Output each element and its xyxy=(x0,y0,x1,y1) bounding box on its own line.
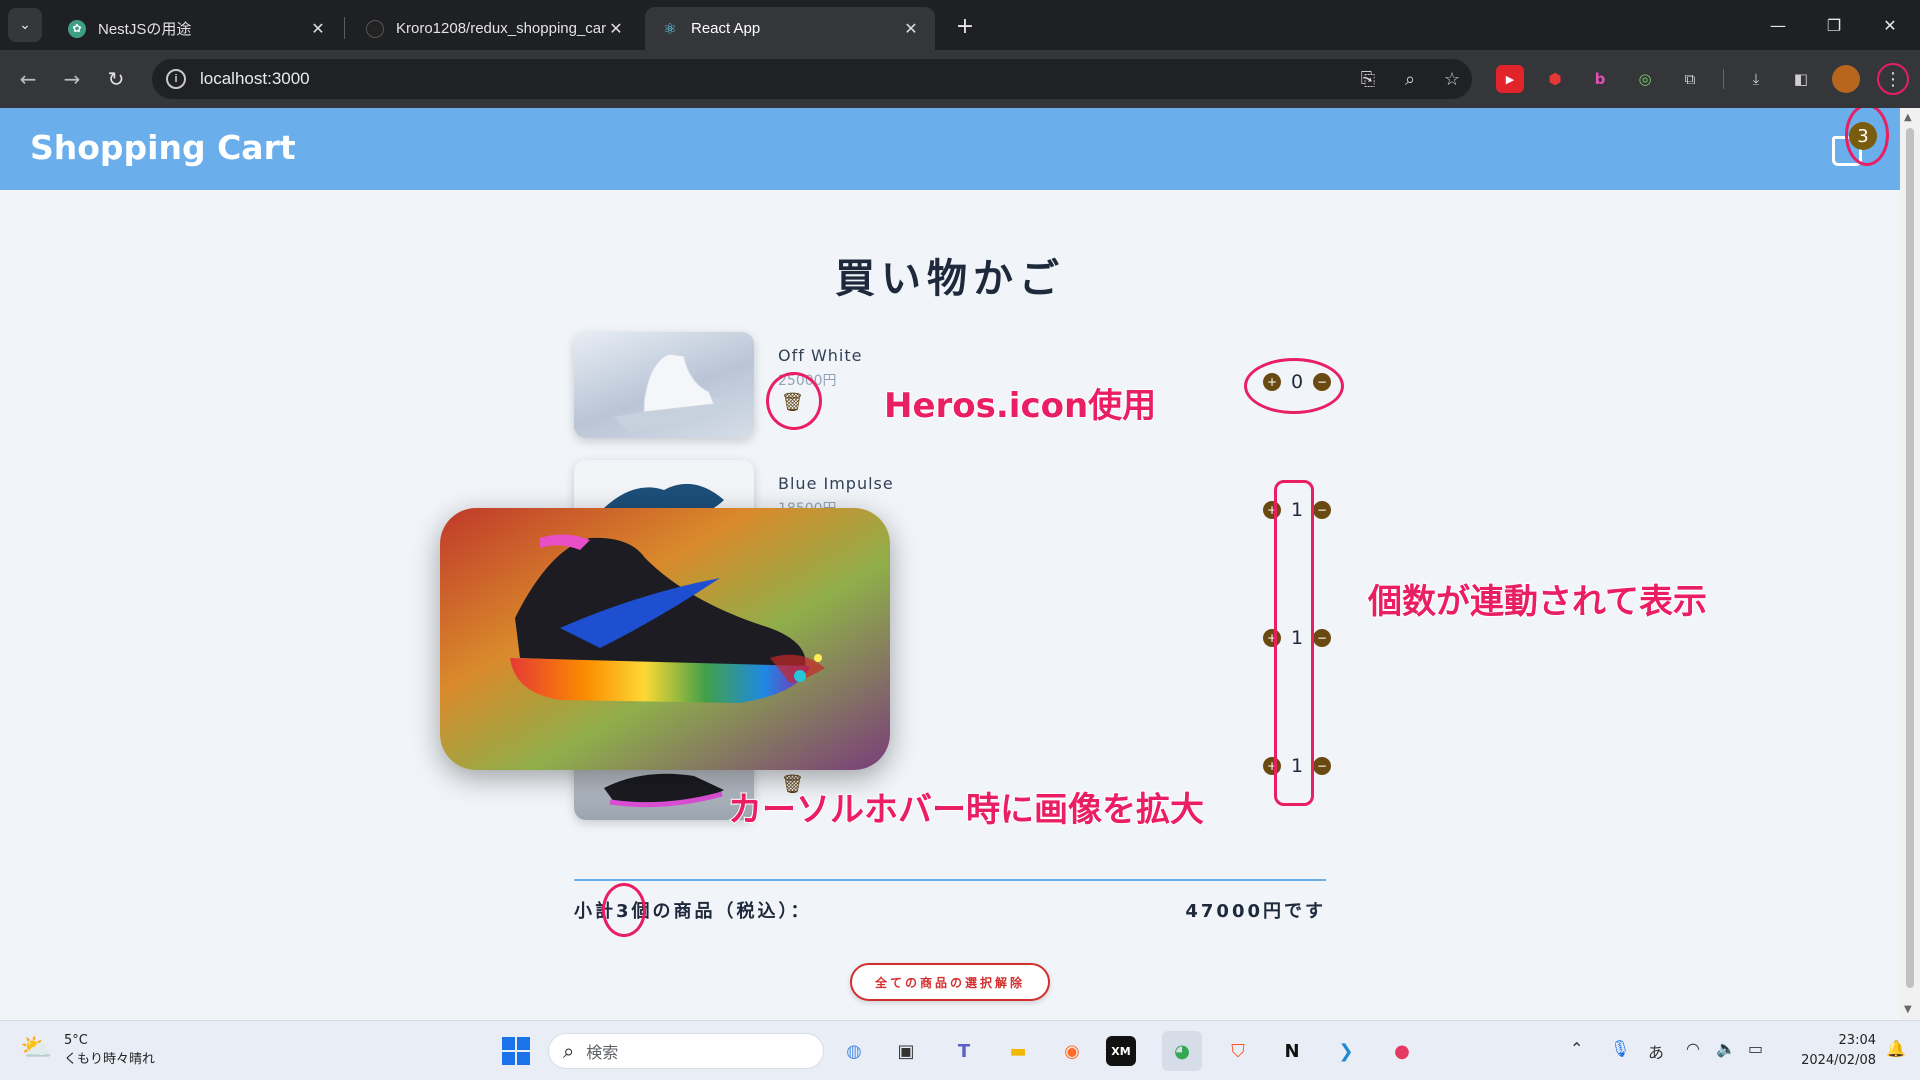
brand-title: Shopping Cart xyxy=(30,128,296,167)
back-button[interactable]: ← xyxy=(12,63,44,95)
tab-nestjs[interactable]: ✿ NestJSの用途 ✕ xyxy=(52,7,342,50)
zoom-icon[interactable]: ⌕ xyxy=(1392,59,1428,99)
decrease-quantity-button[interactable]: − xyxy=(1313,757,1331,775)
search-icon: ⌕ xyxy=(563,1039,575,1063)
annotation-circle xyxy=(602,883,646,937)
microphone-icon[interactable]: 🎙 xyxy=(1610,1039,1630,1058)
copilot-icon[interactable]: ◍ xyxy=(834,1031,874,1071)
tab-github[interactable]: Kroro1208/redux_shopping_cart ✕ xyxy=(350,7,640,50)
rainbow-sneaker-image xyxy=(440,508,890,770)
page-title: 買い物かご xyxy=(835,256,1065,302)
item-name: Off White xyxy=(778,346,863,365)
tab-close-icon[interactable]: ✕ xyxy=(901,19,921,39)
new-tab-button[interactable]: + xyxy=(950,11,980,41)
weather-icon[interactable]: ⛅ xyxy=(20,1033,52,1063)
shield-extension-icon[interactable]: ⬢ xyxy=(1541,65,1569,93)
firefox-icon[interactable]: ◉ xyxy=(1052,1031,1092,1071)
tab-title: React App xyxy=(691,20,761,37)
app-header: Shopping Cart 3 xyxy=(0,108,1900,190)
notion-icon[interactable]: N xyxy=(1272,1031,1312,1071)
subtotal-value: 47000円です xyxy=(1185,901,1326,922)
youtube-extension-icon[interactable]: ▶ xyxy=(1496,65,1524,93)
annotation-rectangle xyxy=(1274,480,1314,806)
install-app-icon[interactable]: ⎘ xyxy=(1350,59,1386,99)
annotation-circle xyxy=(1244,358,1344,414)
annotation-circle xyxy=(766,372,822,430)
wifi-icon[interactable]: ◠ xyxy=(1686,1039,1700,1058)
tab-react-app[interactable]: ⚛ React App ✕ xyxy=(645,7,935,50)
extensions-puzzle-icon[interactable]: ⧉ xyxy=(1676,65,1704,93)
weather-temp: 5°C xyxy=(64,1033,88,1048)
windows-taskbar: ⛅ 5°C くもり時々晴れ ⌕ 検索 ◍ ▣ T ▬ ◉ XM ◕ ⛉ N ❯ … xyxy=(0,1020,1920,1080)
chrome-icon[interactable]: ◕ xyxy=(1162,1031,1202,1071)
weather-widget[interactable]: 5°C くもり時々晴れ xyxy=(64,1031,155,1069)
volume-icon[interactable]: 🔈 xyxy=(1716,1039,1736,1058)
ime-indicator[interactable]: あ xyxy=(1648,1039,1664,1063)
clock-date: 2024/02/08 xyxy=(1801,1053,1876,1068)
url-text: localhost:3000 xyxy=(200,69,310,88)
bookmark-star-icon[interactable]: ☆ xyxy=(1434,59,1470,99)
annotation-hover-zoom: カーソルホバー時に画像を拡大 xyxy=(727,789,1205,831)
xm-trading-icon[interactable]: XM xyxy=(1106,1036,1136,1066)
zoomed-product-image[interactable] xyxy=(440,508,890,770)
browser-menu-icon[interactable]: ⋮ xyxy=(1877,63,1909,95)
tray-chevron-icon[interactable]: ⌃ xyxy=(1570,1039,1583,1058)
reload-button[interactable]: ↻ xyxy=(100,63,132,95)
tab-close-icon[interactable]: ✕ xyxy=(606,19,626,39)
tab-title: NestJSの用途 xyxy=(98,21,192,38)
subtotal-divider xyxy=(574,879,1326,881)
bing-extension-icon[interactable]: b xyxy=(1586,65,1614,93)
restore-button[interactable]: ❐ xyxy=(1806,0,1862,50)
minimize-button[interactable]: — xyxy=(1750,0,1806,50)
taskbar-search-input[interactable]: ⌕ 検索 xyxy=(548,1033,824,1069)
decrease-quantity-button[interactable]: − xyxy=(1313,629,1331,647)
item-name: Blue Impulse xyxy=(778,474,894,493)
decrease-quantity-button[interactable]: − xyxy=(1313,501,1331,519)
vscode-icon[interactable]: ❯ xyxy=(1326,1031,1366,1071)
tab-close-icon[interactable]: ✕ xyxy=(308,19,328,39)
react-favicon-icon: ⚛ xyxy=(663,20,677,38)
taskbar-clock[interactable]: 23:04 2024/02/08 xyxy=(1786,1031,1876,1071)
brave-icon[interactable]: ⛉ xyxy=(1218,1031,1258,1071)
green-extension-icon[interactable]: ◎ xyxy=(1631,65,1659,93)
battery-icon[interactable]: ▭ xyxy=(1748,1039,1763,1058)
scroll-up-icon[interactable]: ▲ xyxy=(1904,112,1912,123)
notification-bell-icon[interactable]: 🔔 xyxy=(1886,1039,1906,1058)
close-window-button[interactable]: ✕ xyxy=(1862,0,1918,50)
scrollbar-thumb[interactable] xyxy=(1906,128,1914,988)
annotation-quantity-linked: 個数が連動されて表示 xyxy=(1367,581,1708,623)
annotation-circle xyxy=(1845,108,1889,166)
task-view-icon[interactable]: ▣ xyxy=(886,1031,926,1071)
page-viewport: Shopping Cart 3 買い物かご Off White 25000円 🗑… xyxy=(0,108,1900,1020)
tab-separator xyxy=(344,17,345,39)
github-favicon-icon xyxy=(366,19,384,38)
toolbar-separator xyxy=(1723,69,1724,89)
profile-avatar[interactable] xyxy=(1832,65,1860,93)
weather-desc: くもり時々晴れ xyxy=(64,1052,156,1067)
tab-title: Kroro1208/redux_shopping_cart xyxy=(396,20,606,37)
search-placeholder: 検索 xyxy=(586,1043,619,1062)
tab-search-button[interactable]: ⌄ xyxy=(8,8,42,42)
scroll-down-icon[interactable]: ▼ xyxy=(1904,1004,1912,1015)
white-sneaker-image xyxy=(614,353,724,432)
item-image-off-white[interactable] xyxy=(574,332,754,438)
browser-toolbar: ← → ↻ i localhost:3000 ⎘ ⌕ ☆ ▶ ⬢ b ◎ ⧉ ⤓… xyxy=(0,50,1920,108)
chatgpt-favicon-icon: ✿ xyxy=(68,19,86,38)
side-panel-icon[interactable]: ◧ xyxy=(1787,65,1815,93)
address-bar[interactable]: i localhost:3000 ⎘ ⌕ ☆ xyxy=(152,59,1472,99)
clear-all-button[interactable]: 全ての商品の選択解除 xyxy=(850,963,1050,1001)
download-icon[interactable]: ⤓ xyxy=(1742,65,1770,93)
site-info-icon[interactable]: i xyxy=(166,69,186,89)
page-scrollbar[interactable]: ▲ ▼ xyxy=(1900,108,1920,1020)
forward-button[interactable]: → xyxy=(56,63,88,95)
annotation-heroicons: Heros.icon使用 xyxy=(883,385,1157,427)
recording-app-icon[interactable]: ● xyxy=(1382,1031,1422,1071)
windows-start-icon[interactable] xyxy=(496,1031,536,1071)
teams-icon[interactable]: T xyxy=(944,1031,984,1071)
clock-time: 23:04 xyxy=(1838,1033,1876,1048)
browser-tab-bar: ⌄ ✿ NestJSの用途 ✕ Kroro1208/redux_shopping… xyxy=(0,0,1920,50)
file-explorer-icon[interactable]: ▬ xyxy=(998,1031,1038,1071)
